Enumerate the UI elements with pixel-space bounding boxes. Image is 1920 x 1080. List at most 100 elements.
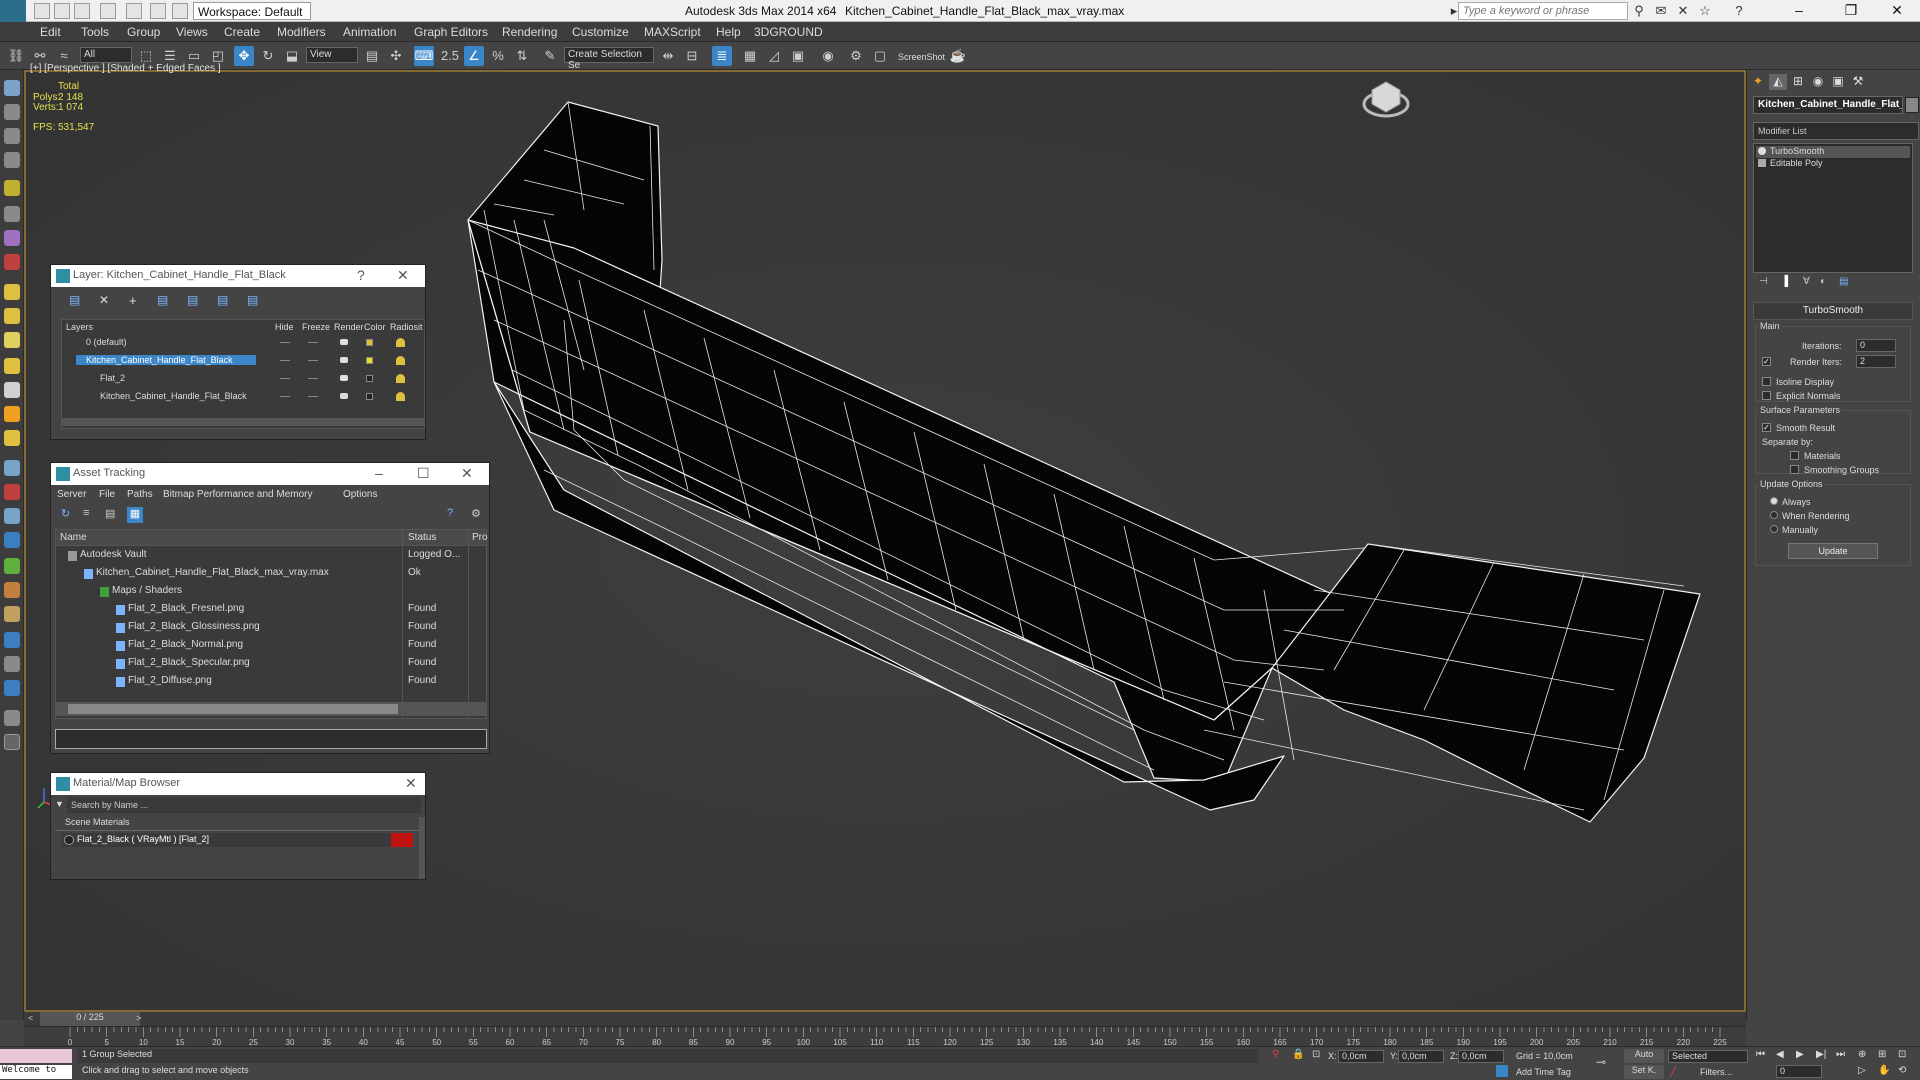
col-hide[interactable]: Hide <box>275 322 294 332</box>
strip-tool-icon[interactable] <box>4 80 20 96</box>
layer-color-swatch[interactable] <box>366 375 373 382</box>
strip-tool-icon[interactable] <box>4 358 20 374</box>
snaps-toggle-icon[interactable]: 2.5 <box>440 46 460 66</box>
modifier-list-dropdown[interactable]: Modifier List <box>1753 122 1919 140</box>
menu-create[interactable]: Create <box>224 25 260 39</box>
app-menu-icon[interactable] <box>172 3 188 19</box>
prev-key-icon[interactable]: ◀ <box>1776 1049 1784 1060</box>
asset-row[interactable]: Autodesk Vault Logged O... <box>56 548 486 564</box>
x-coordinate-field[interactable]: 0,0cm <box>1338 1050 1384 1063</box>
render-iters-spinner[interactable]: 2 <box>1856 355 1896 368</box>
col-freeze[interactable]: Freeze <box>302 322 330 332</box>
schematic-view-icon[interactable]: ▣ <box>788 46 808 66</box>
pan-icon[interactable]: ✋ <box>1878 1065 1890 1076</box>
strip-tool-icon[interactable] <box>4 484 20 500</box>
browser-menu-icon[interactable]: ▼ <box>55 799 64 809</box>
pivot-center-icon[interactable]: ▤ <box>362 46 382 66</box>
radiosity-toggle[interactable] <box>396 356 405 365</box>
motion-tab-icon[interactable]: ◉ <box>1809 74 1827 90</box>
object-name-field[interactable]: Kitchen_Cabinet_Handle_Flat_Bla <box>1753 96 1903 114</box>
asset-row[interactable]: Maps / Shaders <box>56 584 486 600</box>
smooth-result-checkbox[interactable]: ✓ <box>1762 423 1771 432</box>
remove-modifier-icon[interactable]: ◖ <box>1819 276 1825 287</box>
select-rotate-icon[interactable]: ↻ <box>258 46 278 66</box>
redo-icon[interactable] <box>126 3 142 19</box>
hide-toggle[interactable] <box>280 342 290 343</box>
strip-tool-icon[interactable] <box>4 680 20 696</box>
menu-animation[interactable]: Animation <box>343 25 396 39</box>
percent-snap-icon[interactable]: % <box>488 46 508 66</box>
asset-menu-file[interactable]: File <box>99 489 115 500</box>
minimize-icon[interactable]: – <box>375 465 383 481</box>
strip-tool-icon[interactable] <box>4 508 20 524</box>
strip-tool-icon[interactable] <box>4 632 20 648</box>
asset-menu-paths[interactable]: Paths <box>127 489 153 500</box>
auto-key-button[interactable]: Auto <box>1624 1049 1664 1063</box>
hide-toggle[interactable] <box>280 360 290 361</box>
select-in-layer-icon[interactable]: ▤ <box>157 293 168 307</box>
z-coordinate-field[interactable]: 0,0cm <box>1458 1050 1504 1063</box>
app-logo-icon[interactable] <box>0 0 26 22</box>
menu-customize[interactable]: Customize <box>572 25 629 39</box>
maxscript-mini-listener[interactable]: Welcome to <box>0 1065 72 1079</box>
materials-checkbox[interactable] <box>1790 451 1799 460</box>
material-search-input[interactable]: Search by Name ... <box>67 797 421 813</box>
strip-tool-icon[interactable] <box>4 532 20 548</box>
manually-radio[interactable] <box>1770 525 1778 533</box>
modify-tab-icon[interactable]: ◭ <box>1769 74 1787 90</box>
layer-color-swatch[interactable] <box>366 339 373 346</box>
mirror-icon[interactable]: ⇹ <box>658 46 678 66</box>
set-key-button[interactable]: Set K. <box>1624 1065 1664 1079</box>
asset-row[interactable]: Flat_2_Black_Normal.png Found <box>56 638 486 654</box>
layer-color-swatch[interactable] <box>366 393 373 400</box>
freeze-toggle[interactable] <box>308 360 318 361</box>
zoom-extents-icon[interactable]: ⊡ <box>1898 1049 1906 1060</box>
layer-scrollbar[interactable] <box>62 418 424 426</box>
expand-icon[interactable] <box>1758 159 1766 167</box>
keyboard-shortcut-icon[interactable]: ⌨ <box>414 46 434 66</box>
asset-scrollbar-thumb[interactable] <box>68 704 398 714</box>
radiosity-toggle[interactable] <box>396 374 405 383</box>
help-icon[interactable]: ? <box>447 507 453 519</box>
strip-tool-icon[interactable] <box>4 656 20 672</box>
field-of-view-icon[interactable]: ▷ <box>1858 1065 1866 1076</box>
go-to-start-icon[interactable]: ⏮ <box>1756 1049 1765 1060</box>
stack-item-editable-poly[interactable]: Editable Poly <box>1756 158 1910 170</box>
y-coordinate-field[interactable]: 0,0cm <box>1398 1050 1444 1063</box>
menu-graph-editors[interactable]: Graph Editors <box>414 25 488 39</box>
workspace-dropdown[interactable]: Workspace: Default <box>193 2 311 20</box>
key-filter-dropdown[interactable]: Selected <box>1668 1050 1748 1063</box>
render-toggle[interactable] <box>340 375 348 381</box>
configure-sets-icon[interactable]: ▤ <box>1839 276 1848 287</box>
utilities-tab-icon[interactable]: ⚒ <box>1849 74 1867 90</box>
render-toggle[interactable] <box>340 339 348 345</box>
set-key-icon[interactable]: ⊸ <box>1596 1055 1606 1069</box>
menu-edit[interactable]: Edit <box>40 25 61 39</box>
material-browser-header[interactable]: Material/Map Browser ✕ <box>51 773 425 795</box>
material-scrollbar[interactable] <box>419 817 425 879</box>
radiosity-toggle[interactable] <box>396 338 405 347</box>
add-to-layer-icon[interactable]: + <box>129 293 137 308</box>
layer-row[interactable]: Flat_2 <box>62 372 424 386</box>
pin-stack-icon[interactable]: ⊣ <box>1759 276 1768 287</box>
select-scale-icon[interactable]: ⬓ <box>282 46 302 66</box>
help-circle-icon[interactable] <box>4 734 20 750</box>
strip-tool-icon[interactable] <box>4 406 20 422</box>
strip-tool-icon[interactable] <box>4 460 20 476</box>
stack-item-turbosmooth[interactable]: TurboSmooth <box>1756 146 1910 158</box>
play-icon[interactable]: ▶ <box>1796 1049 1804 1060</box>
menu-views[interactable]: Views <box>176 25 208 39</box>
always-radio[interactable] <box>1770 497 1778 505</box>
subscription-icon[interactable]: ✉ <box>1654 4 1668 18</box>
communication-icon[interactable]: ✕ <box>1676 4 1690 18</box>
asset-path-field[interactable] <box>55 729 487 749</box>
layer-manager-icon[interactable]: ≣ <box>712 46 732 66</box>
asset-row[interactable]: Flat_2_Diffuse.png Found <box>56 674 486 690</box>
hide-toggle[interactable] <box>280 396 290 397</box>
col-proxy[interactable]: Pro <box>472 532 488 543</box>
prev-frame-icon[interactable]: < <box>28 1013 33 1023</box>
freeze-toggle[interactable] <box>308 378 318 379</box>
current-frame-field[interactable]: 0 <box>1776 1065 1822 1078</box>
freeze-toggle[interactable] <box>308 396 318 397</box>
angle-snap-icon[interactable]: ∠ <box>464 46 484 66</box>
